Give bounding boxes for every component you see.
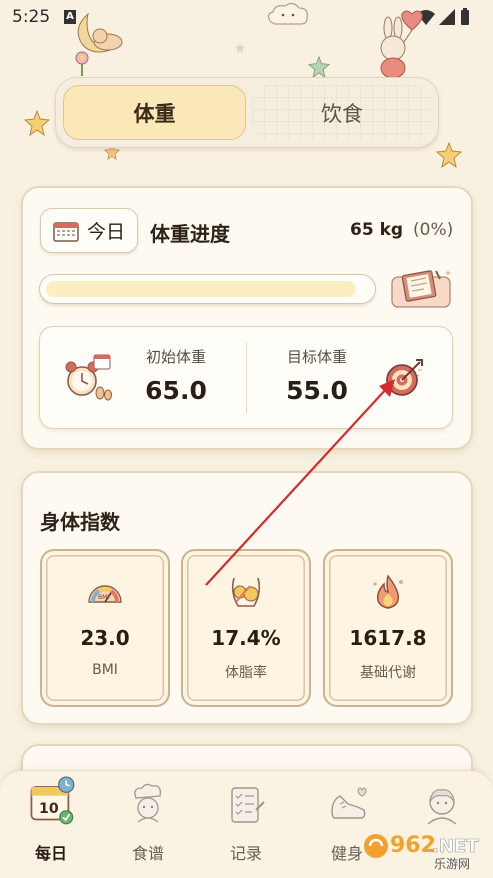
svg-text:BMI: BMI [98,594,109,601]
metabolism-value: 1617.8 [349,626,427,650]
target-weight-value[interactable]: 55.0 [272,376,362,405]
nav-item-records[interactable] [224,782,268,832]
bmi-label: BMI [92,662,118,678]
cloud-decoration-icon [267,2,308,25]
nav-label-recipes[interactable]: 食谱 [113,840,183,864]
sneaker-icon [331,787,367,819]
bmi-gauge-icon: BMI [88,585,122,603]
nav-label-daily[interactable]: 每日 [16,840,86,864]
chef-icon [134,783,161,823]
alarm-clock-icon [65,354,112,401]
body-index-title: 身体指数 [40,510,120,534]
weight-progress-title: 体重进度 [150,222,230,246]
metabolism-label: 基础代谢 [360,665,416,681]
nav-item-profile[interactable] [420,782,464,832]
current-weight: 65 kg [350,220,404,240]
star-decoration-icon [436,142,462,168]
summary-divider [246,343,247,413]
nav-item-recipes[interactable] [126,782,170,832]
body-fat-icon [231,577,261,607]
start-weight-label: 初始体重 [145,348,206,366]
tab-diet[interactable]: 饮食 [252,85,432,140]
body-fat-label: 体脂率 [225,665,267,681]
metabolism-flame-icon [373,574,403,609]
notebook-icon [231,787,265,823]
weight-progress-fill [46,281,356,297]
status-time: 5:25 [12,7,51,27]
tab-weight[interactable]: 体重 [63,85,246,140]
bmi-value: 23.0 [80,626,130,650]
bunny-balloon-decoration-icon [380,10,423,78]
svg-text:962: 962 [390,833,436,858]
body-fat-value: 17.4% [211,626,281,650]
svg-text:.NET: .NET [432,836,479,857]
calendar-icon [53,221,79,242]
nav-item-daily[interactable]: 10 [26,776,76,826]
nav-label-records[interactable]: 记录 [211,840,281,864]
nav-item-fitness[interactable] [326,782,370,832]
star-decoration-icon [308,56,330,78]
calendar-icon: 10 [30,776,75,825]
progress-percent: (0%) [413,220,454,240]
watermark-logo: 962 .NET 乐游网 [364,833,479,870]
today-label: 今日 [86,221,125,243]
today-button[interactable]: 今日 [40,208,138,253]
target-weight-label: 目标体重 [286,348,347,366]
star-decoration-icon [234,42,246,54]
star-decoration-icon [24,110,50,136]
target-dartboard-icon[interactable] [382,356,426,400]
flower-decoration-icon [75,51,89,76]
svg-text:10: 10 [39,801,59,817]
notebook-record-icon[interactable] [390,267,452,309]
svg-text:乐游网: 乐游网 [434,857,470,870]
start-weight-value[interactable]: 65.0 [130,376,222,405]
profile-avatar-icon [427,789,457,825]
